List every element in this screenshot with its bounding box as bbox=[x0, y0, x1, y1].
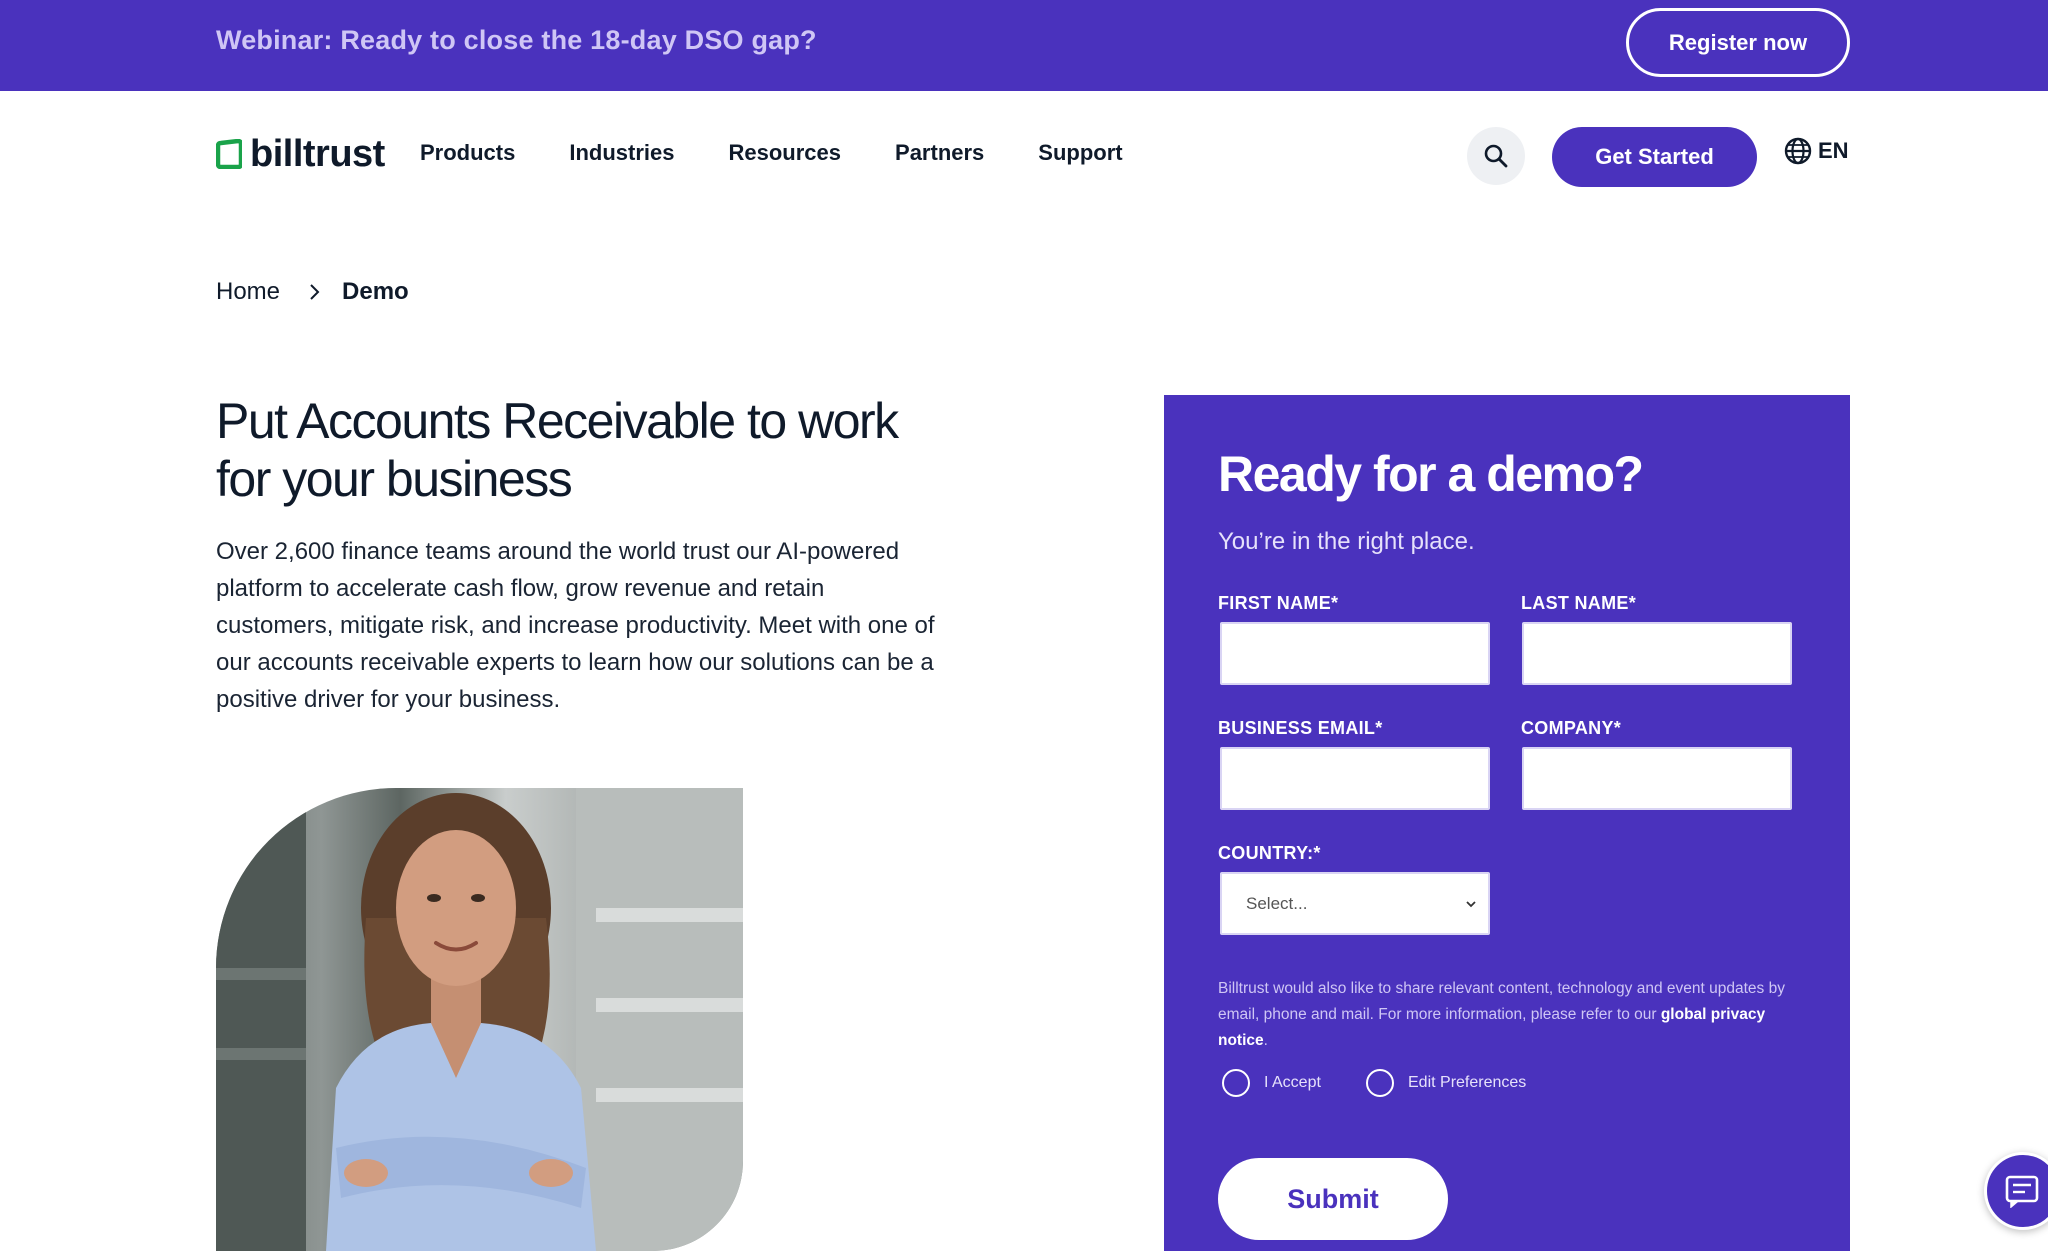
globe-icon bbox=[1784, 137, 1812, 165]
radio-edit-label: Edit Preferences bbox=[1408, 1074, 1527, 1091]
search-icon bbox=[1484, 144, 1508, 168]
last-name-input[interactable] bbox=[1522, 622, 1792, 685]
breadcrumb-home[interactable]: Home bbox=[216, 278, 280, 306]
company-input[interactable] bbox=[1522, 747, 1792, 810]
photo-background bbox=[216, 788, 743, 1251]
nav-partners[interactable]: Partners bbox=[868, 140, 1011, 166]
country-label: COUNTRY:* bbox=[1218, 843, 1321, 863]
radio-accept-label: I Accept bbox=[1264, 1074, 1321, 1091]
language-label: EN bbox=[1818, 138, 1849, 163]
register-now-button[interactable]: Register now bbox=[1626, 8, 1850, 77]
chevron-down-icon bbox=[1466, 900, 1476, 907]
logo-mark-icon bbox=[216, 139, 242, 169]
woman-portrait-illustration bbox=[216, 788, 743, 1251]
breadcrumb: Home Demo bbox=[216, 278, 409, 306]
radio-circle-icon[interactable] bbox=[1366, 1069, 1394, 1097]
logo-text: billtrust bbox=[250, 132, 385, 175]
get-started-button[interactable]: Get Started bbox=[1552, 127, 1757, 187]
radio-edit-preferences[interactable]: Edit Preferences bbox=[1366, 1069, 1526, 1097]
radio-accept[interactable]: I Accept bbox=[1222, 1069, 1321, 1097]
webinar-banner: Webinar: Ready to close the 18-day DSO g… bbox=[0, 0, 2048, 91]
last-name-label: LAST NAME* bbox=[1521, 593, 1636, 613]
hero-description: Over 2,600 finance teams around the worl… bbox=[216, 538, 935, 713]
main-nav: Products Industries Resources Partners S… bbox=[420, 140, 1150, 166]
chat-button[interactable] bbox=[1984, 1152, 2048, 1230]
form-title: Ready for a demo? bbox=[1218, 446, 1644, 502]
first-name-label: FIRST NAME* bbox=[1218, 593, 1339, 613]
banner-text[interactable]: Webinar: Ready to close the 18-day DSO g… bbox=[216, 25, 817, 56]
company-label: COMPANY* bbox=[1521, 718, 1622, 738]
business-email-label: BUSINESS EMAIL* bbox=[1218, 718, 1383, 738]
form-subtitle: You’re in the right place. bbox=[1218, 528, 1475, 555]
first-name-input[interactable] bbox=[1220, 622, 1490, 685]
radio-circle-icon[interactable] bbox=[1222, 1069, 1250, 1097]
country-select-value: Select... bbox=[1246, 893, 1308, 913]
nav-industries[interactable]: Industries bbox=[542, 140, 701, 166]
chevron-right-icon bbox=[308, 283, 320, 301]
search-button[interactable] bbox=[1467, 127, 1525, 185]
breadcrumb-current: Demo bbox=[342, 278, 409, 305]
billtrust-logo[interactable]: billtrust bbox=[216, 132, 385, 175]
consent-text: Billtrust would also like to share relev… bbox=[1218, 976, 1818, 1054]
chat-icon bbox=[2005, 1175, 2039, 1208]
language-selector[interactable]: EN bbox=[1784, 137, 1849, 165]
country-select[interactable]: Select... bbox=[1220, 872, 1490, 935]
demo-form-panel: Ready for a demo? You’re in the right pl… bbox=[1164, 395, 1850, 1251]
nav-products[interactable]: Products bbox=[420, 140, 542, 166]
submit-button[interactable]: Submit bbox=[1218, 1158, 1448, 1240]
nav-support[interactable]: Support bbox=[1011, 140, 1149, 166]
hero-photo bbox=[216, 788, 743, 1251]
business-email-input[interactable] bbox=[1220, 747, 1490, 810]
page-title: Put Accounts Receivable to work for your… bbox=[216, 393, 899, 507]
nav-resources[interactable]: Resources bbox=[702, 140, 869, 166]
consent-end: . bbox=[1263, 1032, 1268, 1049]
